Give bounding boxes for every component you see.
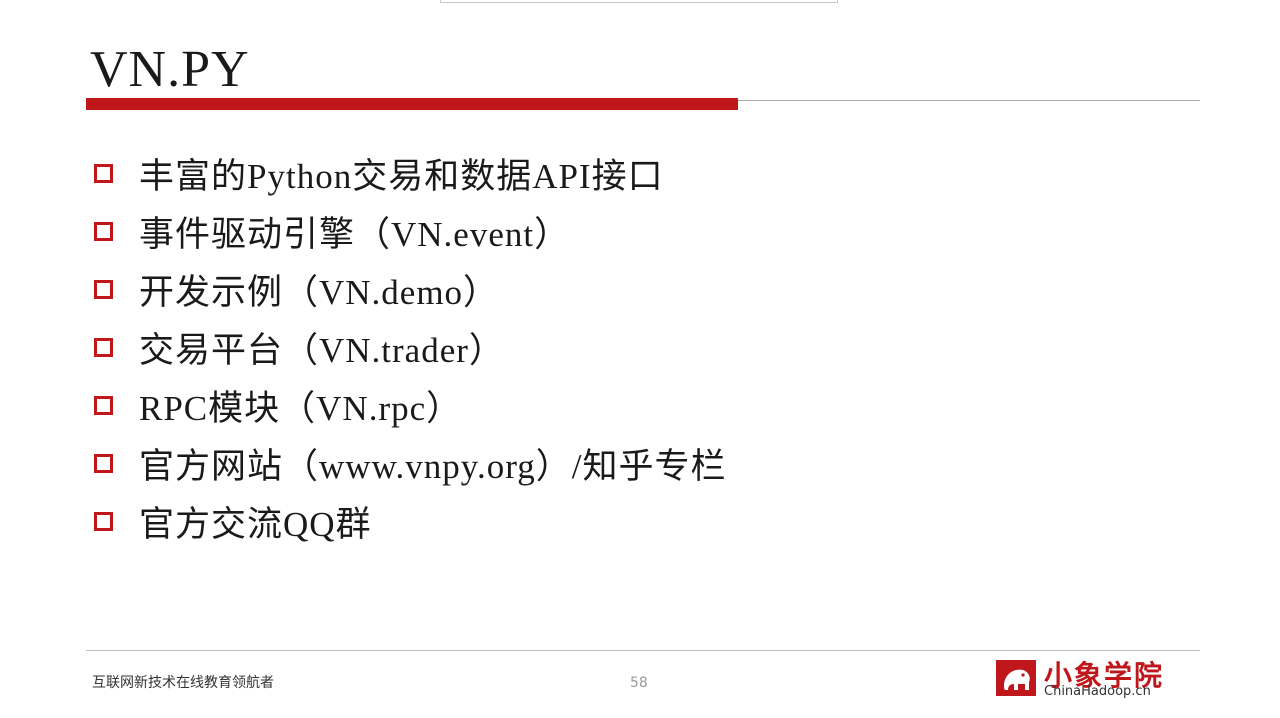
bullet-item: 丰富的Python交易和数据API接口 xyxy=(94,144,727,202)
bullet-item: 交易平台（VN.trader） xyxy=(94,318,727,376)
page-number: 58 xyxy=(630,675,648,691)
bullet-item: 官方网站（www.vnpy.org）/知乎专栏 xyxy=(94,434,727,492)
bullet-item: 开发示例（VN.demo） xyxy=(94,260,727,318)
elephant-logo-icon xyxy=(996,660,1036,696)
title-accent-bar xyxy=(86,98,738,110)
bullet-text: 开发示例（VN.demo） xyxy=(139,272,500,312)
bullet-text: RPC模块（VN.rpc） xyxy=(139,388,463,428)
checkbox-bullet-icon xyxy=(94,337,113,357)
brand-logo: 小象学院 ChinaHadoop.cn xyxy=(996,658,1186,700)
footer-divider-line xyxy=(86,650,1200,651)
checkbox-bullet-icon xyxy=(94,511,113,531)
bullet-text: 官方网站（www.vnpy.org）/知乎专栏 xyxy=(139,446,727,486)
checkbox-bullet-icon xyxy=(94,279,113,299)
footer-tagline: 互联网新技术在线教育领航者 xyxy=(92,675,274,691)
checkbox-bullet-icon xyxy=(94,221,113,241)
bullet-list: 丰富的Python交易和数据API接口 事件驱动引擎（VN.event） 开发示… xyxy=(94,144,727,550)
bullet-text: 交易平台（VN.trader） xyxy=(139,330,505,370)
logo-english-name: ChinaHadoop.cn xyxy=(1044,684,1151,699)
top-frame-decoration xyxy=(440,0,838,3)
checkbox-bullet-icon xyxy=(94,163,113,183)
bullet-text: 事件驱动引擎（VN.event） xyxy=(139,214,571,254)
bullet-text: 丰富的Python交易和数据API接口 xyxy=(139,156,664,196)
bullet-item: 事件驱动引擎（VN.event） xyxy=(94,202,727,260)
bullet-item: 官方交流QQ群 xyxy=(94,492,727,550)
checkbox-bullet-icon xyxy=(94,395,113,415)
bullet-text: 官方交流QQ群 xyxy=(139,504,372,544)
slide-title: VN.PY xyxy=(90,41,250,98)
checkbox-bullet-icon xyxy=(94,453,113,473)
bullet-item: RPC模块（VN.rpc） xyxy=(94,376,727,434)
